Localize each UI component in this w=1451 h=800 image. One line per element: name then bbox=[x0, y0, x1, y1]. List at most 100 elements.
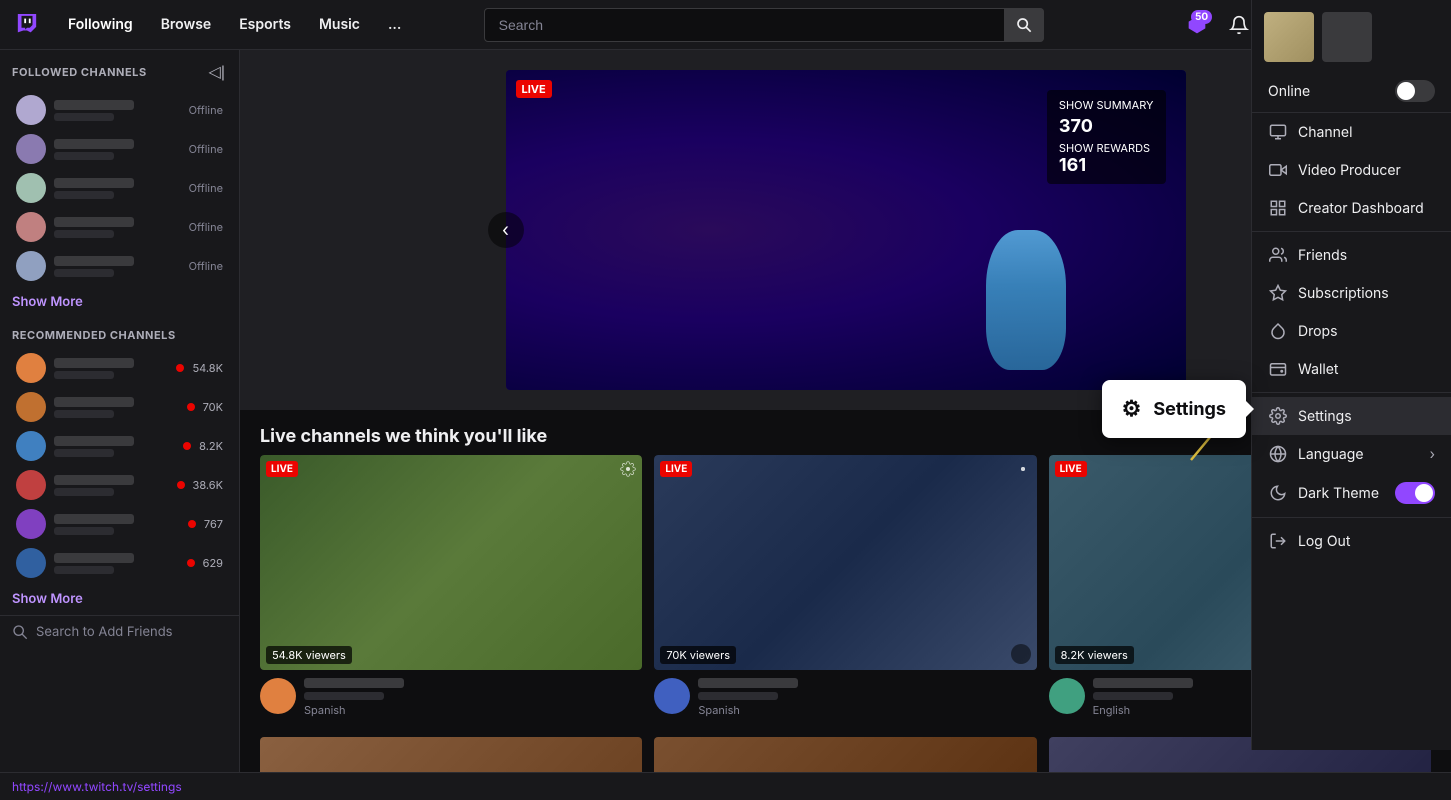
channel-avatar bbox=[16, 509, 46, 539]
dropdown-item-channel[interactable]: Channel bbox=[1252, 113, 1451, 151]
followed-channel-item[interactable]: Offline bbox=[4, 169, 235, 207]
dropdown-avatar-section bbox=[1252, 0, 1451, 74]
sidebar-collapse-button[interactable]: ◁| bbox=[207, 60, 227, 84]
user-profile-avatar[interactable] bbox=[1264, 12, 1314, 62]
user-profile-avatar-alt[interactable] bbox=[1322, 12, 1372, 62]
dropdown-item-subscriptions[interactable]: Subscriptions bbox=[1252, 274, 1451, 312]
channel-status: Offline bbox=[189, 259, 223, 273]
channel-name bbox=[54, 397, 134, 407]
channel-icon bbox=[1268, 122, 1288, 142]
online-label: Online bbox=[1268, 83, 1310, 100]
followed-channel-item[interactable]: Offline bbox=[4, 130, 235, 168]
followed-channel-item[interactable]: Offline bbox=[4, 247, 235, 285]
channel-status: Offline bbox=[189, 142, 223, 156]
channel-status: Offline bbox=[189, 181, 223, 195]
card-details: Spanish bbox=[698, 678, 1036, 717]
dark-theme-label: Dark Theme bbox=[1298, 485, 1379, 502]
dark-theme-icon bbox=[1268, 483, 1288, 503]
channel-label: Channel bbox=[1298, 124, 1352, 141]
dark-theme-toggle[interactable] bbox=[1395, 482, 1435, 504]
recommended-channel-item[interactable]: 54.8K bbox=[4, 349, 235, 387]
score-label-2: SHOW REWARDS bbox=[1059, 141, 1154, 155]
subscriptions-label: Subscriptions bbox=[1298, 285, 1389, 302]
online-toggle-row: Online bbox=[1252, 74, 1451, 113]
channel-info bbox=[54, 397, 179, 418]
channel-card[interactable]: LIVE 70K viewers Spanis bbox=[654, 455, 1036, 721]
followed-channel-item[interactable]: Offline bbox=[4, 208, 235, 246]
card-language: Spanish bbox=[698, 703, 1036, 717]
recommended-channel-item[interactable]: 767 bbox=[4, 505, 235, 543]
twitch-logo[interactable] bbox=[12, 10, 42, 40]
hero-live-badge: LIVE bbox=[516, 80, 552, 98]
dropdown-item-language[interactable]: Language › bbox=[1252, 435, 1451, 473]
search-friends-button[interactable]: Search to Add Friends bbox=[0, 615, 239, 648]
channel-info bbox=[54, 514, 180, 535]
card-settings-icon[interactable] bbox=[620, 461, 636, 481]
divider bbox=[1252, 231, 1451, 232]
card-streamer-name bbox=[698, 678, 798, 688]
fall-guys-character bbox=[986, 230, 1066, 370]
status-url: https://www.twitch.tv/settings bbox=[12, 779, 182, 794]
dropdown-item-settings[interactable]: Settings bbox=[1252, 397, 1451, 435]
followed-channels-header: FOLLOWED CHANNELS ◁| bbox=[0, 50, 239, 90]
search-icon bbox=[1016, 17, 1032, 33]
channel-info bbox=[54, 217, 181, 238]
dropdown-item-drops[interactable]: Drops bbox=[1252, 312, 1451, 350]
channel-status: Offline bbox=[189, 103, 223, 117]
friends-svg-icon bbox=[1269, 246, 1287, 264]
hero-nav-prev-button[interactable]: ‹ bbox=[488, 212, 524, 248]
show-more-recommended-button[interactable]: Show More bbox=[0, 583, 239, 615]
followed-channel-item[interactable]: Offline bbox=[4, 91, 235, 129]
search-input[interactable] bbox=[484, 8, 1044, 42]
language-icon bbox=[1268, 444, 1288, 464]
recommended-channel-item[interactable]: 629 bbox=[4, 544, 235, 582]
channel-card[interactable]: LIVE 54.8K viewers Spanish bbox=[260, 455, 642, 721]
channel-info bbox=[54, 436, 175, 457]
sidebar: FOLLOWED CHANNELS ◁| Offline Offline bbox=[0, 50, 240, 800]
wallet-icon bbox=[1268, 359, 1288, 379]
dropdown-item-log-out[interactable]: Log Out bbox=[1252, 522, 1451, 560]
viewer-count: 629 bbox=[203, 556, 223, 570]
settings-icon bbox=[1268, 406, 1288, 426]
channel-info bbox=[54, 100, 181, 121]
nav-more[interactable]: ... bbox=[378, 10, 411, 39]
channel-info bbox=[54, 256, 181, 277]
channel-game bbox=[54, 191, 114, 199]
creator-dashboard-icon bbox=[1268, 198, 1288, 218]
recommended-channel-item[interactable]: 38.6K bbox=[4, 466, 235, 504]
divider bbox=[1252, 392, 1451, 393]
subscriptions-svg-icon bbox=[1269, 284, 1287, 302]
card-live-badge: LIVE bbox=[1055, 461, 1087, 477]
online-toggle[interactable] bbox=[1395, 80, 1435, 102]
drops-label: Drops bbox=[1298, 323, 1338, 340]
dropdown-item-creator-dashboard[interactable]: Creator Dashboard bbox=[1252, 189, 1451, 227]
recommended-channel-item[interactable]: 8.2K bbox=[4, 427, 235, 465]
nav-music[interactable]: Music bbox=[309, 10, 370, 39]
nav-esports[interactable]: Esports bbox=[229, 10, 301, 39]
hero-video[interactable]: LIVE SHOW SUMMARY 370 SHOW REWARDS 161 bbox=[506, 70, 1186, 390]
card-game-name bbox=[304, 692, 384, 700]
channel-avatar bbox=[16, 470, 46, 500]
card-game-name bbox=[1093, 692, 1173, 700]
card-language: Spanish bbox=[304, 703, 642, 717]
dropdown-item-dark-theme[interactable]: Dark Theme bbox=[1252, 473, 1451, 513]
channel-name bbox=[54, 256, 134, 266]
viewer-count: 70K bbox=[203, 400, 223, 414]
recommended-channel-item[interactable]: 70K bbox=[4, 388, 235, 426]
channel-game bbox=[54, 527, 114, 535]
card-settings-icon[interactable] bbox=[1015, 461, 1031, 481]
dropdown-item-video-producer[interactable]: Video Producer bbox=[1252, 151, 1451, 189]
dropdown-item-friends[interactable]: Friends bbox=[1252, 236, 1451, 274]
creator-dashboard-svg-icon bbox=[1269, 199, 1287, 217]
show-more-followed-button[interactable]: Show More bbox=[0, 286, 239, 318]
nav-browse[interactable]: Browse bbox=[151, 10, 222, 39]
card-avatar bbox=[654, 678, 690, 714]
bits-button[interactable]: 50 bbox=[1180, 8, 1214, 42]
channel-game bbox=[54, 269, 114, 277]
dropdown-item-wallet[interactable]: Wallet bbox=[1252, 350, 1451, 388]
nav-following[interactable]: Following bbox=[58, 10, 143, 39]
search-submit-button[interactable] bbox=[1004, 8, 1044, 42]
channel-game bbox=[54, 566, 114, 574]
channel-info bbox=[54, 178, 181, 199]
settings-svg-icon bbox=[1269, 407, 1287, 425]
